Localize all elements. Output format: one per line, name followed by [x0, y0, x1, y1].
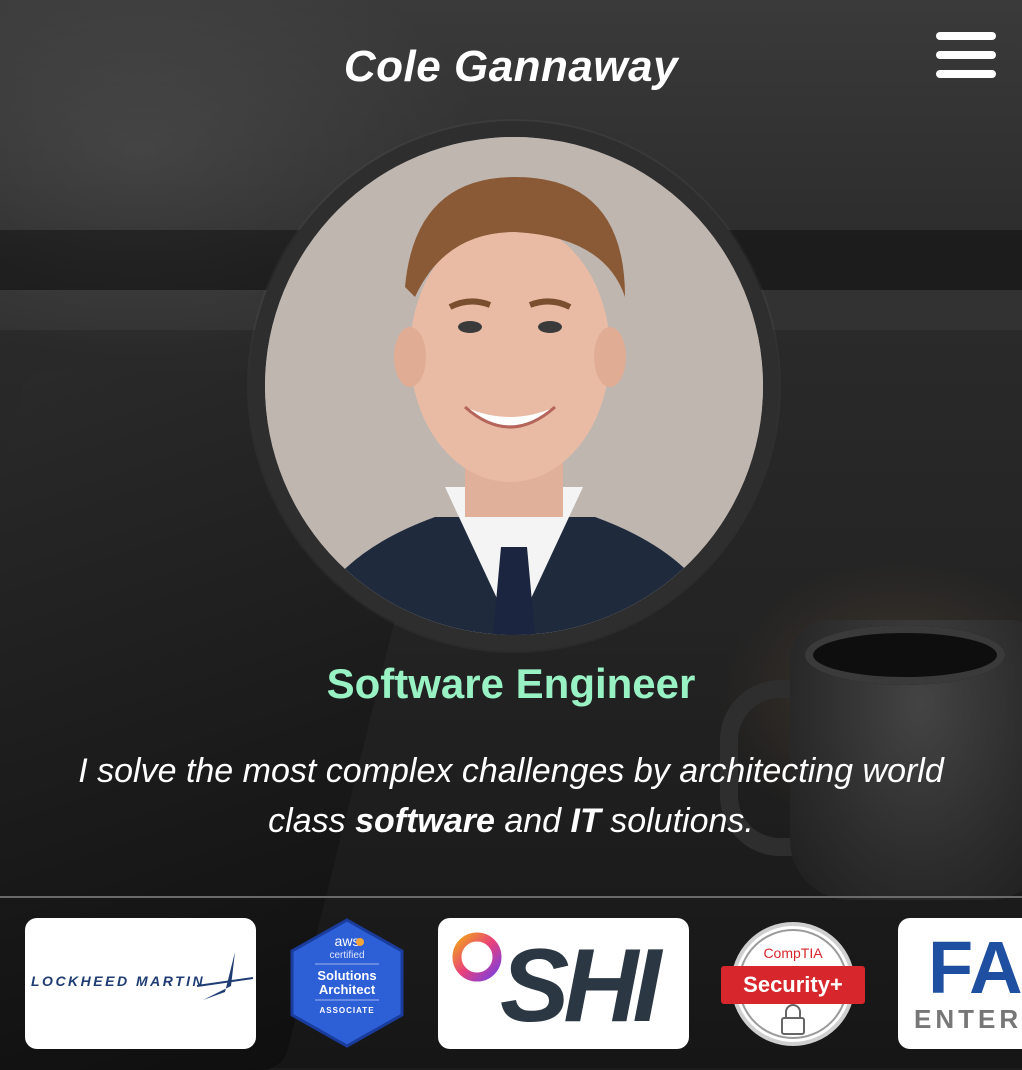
comptia-security-plus-badge: CompTIA Security+ — [721, 922, 865, 1046]
svg-text:ASSOCIATE: ASSOCIATE — [319, 1006, 374, 1015]
svg-text:aws: aws — [335, 933, 360, 949]
lockheed-martin-logo: LOCKHEED MARTIN — [25, 918, 256, 1049]
fa-enterprises-logo: FA ENTERP — [898, 918, 1022, 1049]
star-icon — [196, 952, 254, 1000]
shi-logo: SHI — [438, 918, 689, 1049]
hamburger-menu-icon[interactable] — [936, 32, 996, 78]
svg-text:Architect: Architect — [319, 982, 376, 997]
svg-text:Solutions: Solutions — [317, 968, 376, 983]
svg-text:CompTIA: CompTIA — [763, 945, 823, 961]
aws-certified-badge: aws certified Solutions Architect ASSOCI… — [290, 918, 404, 1048]
svg-text:Security+: Security+ — [743, 972, 843, 997]
role-title: Software Engineer — [326, 660, 696, 707]
logo-strip: LOCKHEED MARTIN aws certified Solutions … — [0, 896, 1022, 1070]
tagline: I solve the most complex challenges by a… — [78, 752, 944, 840]
svg-text:certified: certified — [329, 950, 364, 961]
site-title[interactable]: Cole Gannaway — [0, 42, 1022, 92]
shi-ring-icon — [452, 932, 502, 982]
avatar — [265, 137, 763, 635]
